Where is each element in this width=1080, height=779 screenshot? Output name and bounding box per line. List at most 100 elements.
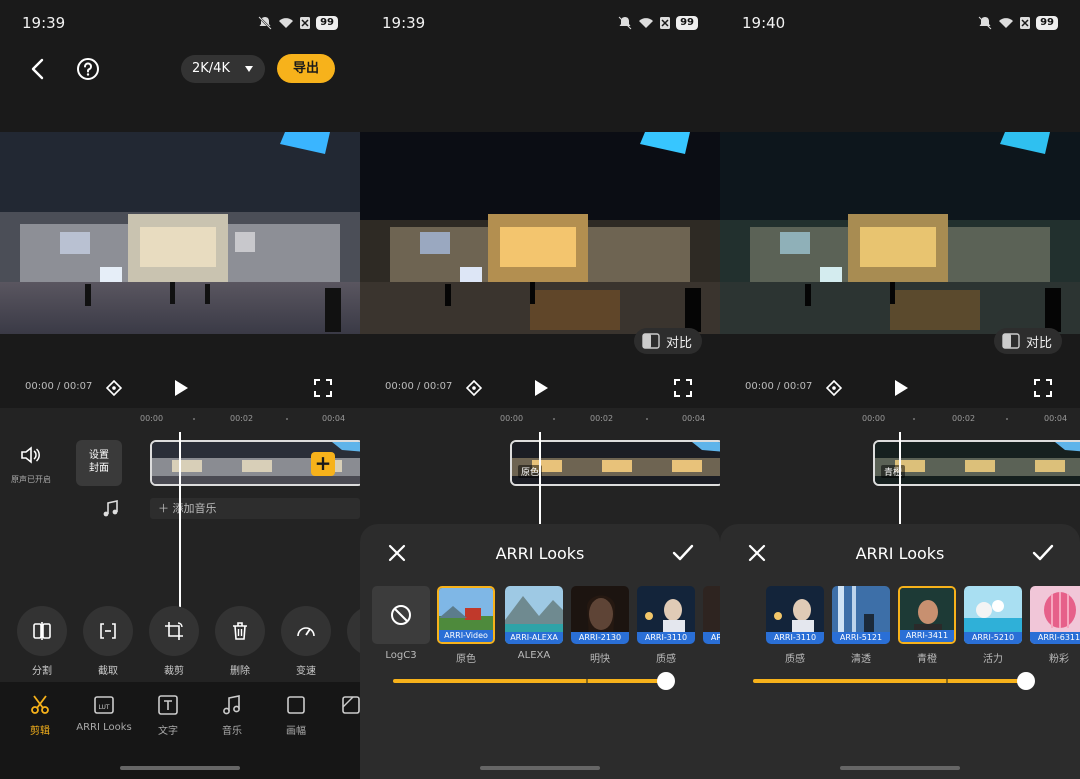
- speaker-icon: [21, 446, 40, 464]
- split-tool[interactable]: 分割: [17, 606, 67, 677]
- intensity-slider-thumb[interactable]: [1017, 672, 1035, 690]
- look-clear[interactable]: ARRI-5121: [832, 586, 890, 644]
- fullscreen-icon[interactable]: [1033, 378, 1053, 398]
- look-texture[interactable]: ARRI-3110: [637, 586, 695, 644]
- video-preview[interactable]: [720, 132, 1080, 334]
- intensity-slider-track[interactable]: [393, 679, 666, 683]
- sim-icon: [660, 17, 671, 29]
- arri-looks-screen-teal-orange: 19:40 99 对比 00:00 / 00:07 00:00 00:02 00…: [720, 0, 1080, 779]
- more-tool[interactable]: [347, 606, 360, 656]
- compare-button[interactable]: 对比: [633, 328, 702, 354]
- play-icon[interactable]: [532, 378, 550, 398]
- look-tag: ARRI-2130: [703, 632, 720, 644]
- sheet-title: ARRI Looks: [495, 544, 585, 563]
- ruler-dot: [1006, 418, 1008, 420]
- keyframe-icon[interactable]: [106, 380, 122, 396]
- tool-label: 截取: [98, 666, 118, 677]
- check-icon[interactable]: [1032, 544, 1054, 562]
- add-music-button[interactable]: ＋ 添加音乐: [150, 498, 360, 519]
- look-pastel[interactable]: ARRI-6311: [1030, 586, 1080, 644]
- nav-label: 音乐: [222, 726, 242, 737]
- music-note-icon: [103, 500, 118, 517]
- help-icon[interactable]: [76, 57, 100, 81]
- look-original[interactable]: ARRI-Video: [437, 586, 495, 644]
- clip-thumbnails: [875, 442, 1080, 484]
- player-controls: 00:00 / 00:07: [720, 372, 1080, 404]
- nav-edit[interactable]: 剪辑: [5, 694, 75, 737]
- nav-label: 画幅: [286, 726, 306, 737]
- add-clip-button[interactable]: +: [311, 452, 335, 476]
- look-texture[interactable]: ARRI-3110: [766, 586, 824, 644]
- tool-label: 变速: [296, 666, 316, 677]
- playhead[interactable]: [539, 432, 541, 524]
- ruler-tick: 00:04: [1044, 414, 1068, 423]
- nav-music[interactable]: 音乐: [197, 694, 267, 737]
- nav-text[interactable]: 文字: [133, 694, 203, 737]
- look-bright-2[interactable]: ARRI-2130: [703, 586, 720, 644]
- compare-icon: [1002, 333, 1020, 349]
- arri-looks-sheet: ARRI Looks LogC3 ARRI-Video 原色 ARRI-ALEX…: [360, 524, 720, 779]
- delete-tool[interactable]: 删除: [215, 606, 265, 677]
- play-icon[interactable]: [172, 378, 190, 398]
- top-bar: 2K/4K 导出: [0, 52, 360, 86]
- video-frame: [720, 132, 1080, 334]
- play-icon[interactable]: [892, 378, 910, 398]
- fullscreen-icon[interactable]: [673, 378, 693, 398]
- export-button[interactable]: 导出: [277, 54, 335, 83]
- caret-down-icon: [245, 66, 253, 72]
- keyframe-icon[interactable]: [826, 380, 842, 396]
- resolution-dropdown[interactable]: 2K/4K: [181, 55, 265, 83]
- speed-tool[interactable]: 变速: [281, 606, 331, 677]
- video-clip[interactable]: 青橙: [873, 440, 1080, 486]
- status-icons: 99: [977, 14, 1058, 32]
- video-preview[interactable]: [360, 132, 720, 334]
- look-alexa[interactable]: ARRI-ALEXA: [505, 586, 563, 644]
- looks-list: ARRI-3110 质感 ARRI-5121 清透 ARRI-3411 青橙 A…: [720, 586, 1080, 666]
- lut-icon: LUT: [94, 696, 114, 714]
- check-icon[interactable]: [672, 544, 694, 562]
- nav-label: 文字: [158, 726, 178, 737]
- mute-bell-icon: [618, 16, 632, 30]
- battery-level: 99: [316, 16, 338, 30]
- status-time: 19:40: [742, 14, 786, 32]
- nav-label: ARRI Looks: [76, 722, 132, 733]
- trim-tool[interactable]: 截取: [83, 606, 133, 677]
- intensity-slider-track[interactable]: [753, 679, 1026, 683]
- intensity-slider-thumb[interactable]: [657, 672, 675, 690]
- back-arrow-icon[interactable]: [28, 58, 48, 80]
- background-icon: [342, 696, 360, 714]
- ruler-tick: 00:00: [140, 414, 164, 423]
- original-sound-toggle[interactable]: 原声已开启: [8, 446, 54, 485]
- home-indicator[interactable]: [480, 766, 600, 770]
- slider-default-mark: [586, 679, 588, 683]
- nav-aspect[interactable]: 画幅: [261, 694, 331, 737]
- fullscreen-icon[interactable]: [313, 378, 333, 398]
- tool-label: 分割: [32, 666, 52, 677]
- ruler-tick: 00:00: [862, 414, 886, 423]
- video-preview[interactable]: [0, 132, 360, 334]
- look-logc3[interactable]: [372, 586, 430, 644]
- status-time: 19:39: [22, 14, 66, 32]
- compare-button[interactable]: 对比: [993, 328, 1062, 354]
- playhead[interactable]: [899, 432, 901, 524]
- crop-tool[interactable]: 裁剪: [149, 606, 199, 677]
- nav-label: 剪辑: [30, 726, 50, 737]
- look-tag: ARRI-ALEXA: [505, 632, 563, 644]
- look-vivid[interactable]: ARRI-5210: [964, 586, 1022, 644]
- wifi-icon: [999, 18, 1014, 28]
- look-bright[interactable]: ARRI-2130: [571, 586, 629, 644]
- keyframe-icon[interactable]: [466, 380, 482, 396]
- sim-icon: [1020, 17, 1031, 29]
- look-name: 明快: [590, 654, 610, 665]
- sim-icon: [300, 17, 311, 29]
- nav-arri-looks[interactable]: LUT ARRI Looks: [69, 694, 139, 733]
- status-icons: 99: [257, 14, 338, 32]
- playhead[interactable]: [179, 432, 181, 612]
- video-clip[interactable]: 原色: [510, 440, 720, 486]
- set-cover-button[interactable]: 设置 封面: [76, 440, 122, 486]
- nav-background[interactable]: [325, 694, 360, 716]
- tool-label: 裁剪: [164, 666, 184, 677]
- look-teal-orange[interactable]: ARRI-3411: [898, 586, 956, 644]
- home-indicator[interactable]: [840, 766, 960, 770]
- home-indicator[interactable]: [120, 766, 240, 770]
